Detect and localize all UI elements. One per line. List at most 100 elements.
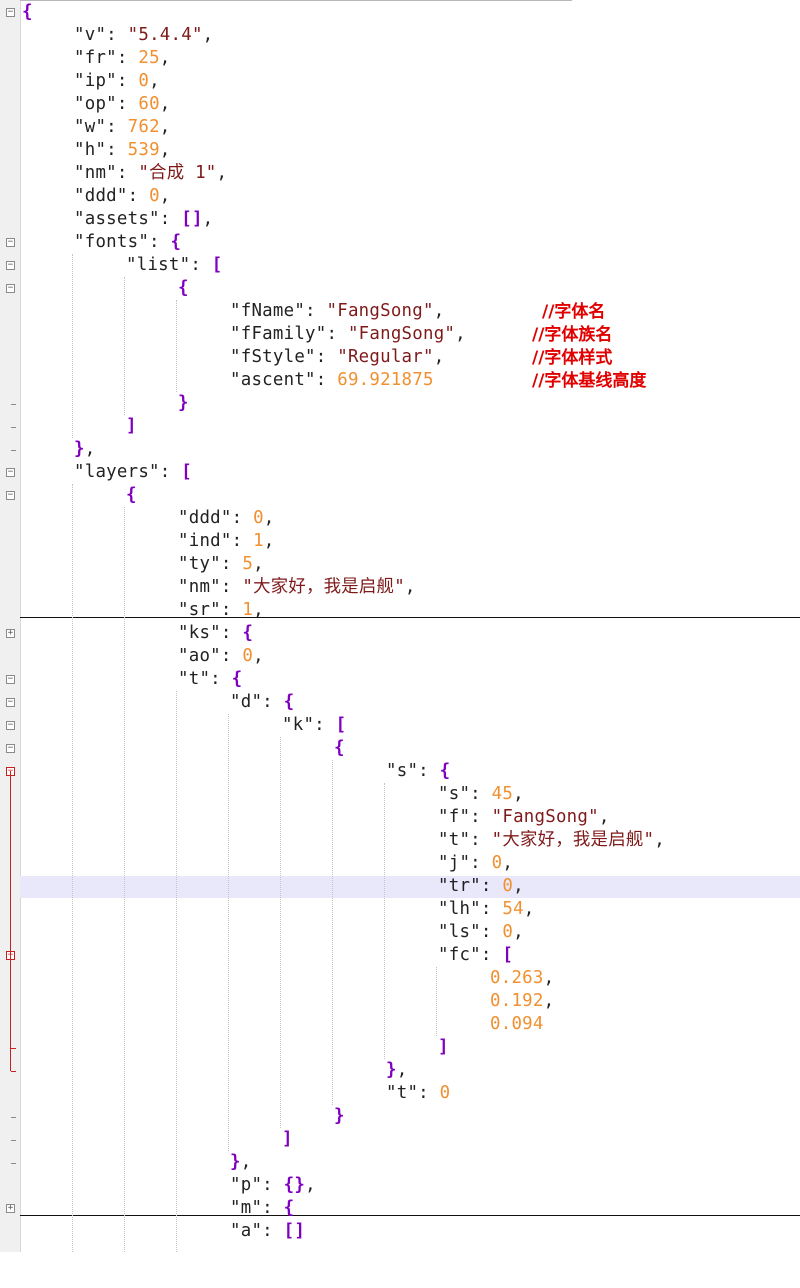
punctuation: , (263, 531, 275, 551)
fold-collapse-icon[interactable]: − (6, 675, 15, 684)
fold-collapse-icon[interactable]: − (6, 491, 15, 500)
indent-guide (72, 484, 73, 1266)
json-number: 60 (138, 94, 160, 114)
punctuation: : (116, 94, 139, 114)
punctuation: , (159, 94, 171, 114)
indent-guide (332, 760, 333, 1105)
fold-collapse-icon[interactable]: − (6, 468, 15, 477)
punctuation: , (253, 646, 264, 666)
current-line-highlight (20, 876, 800, 898)
current-fold-bar (10, 771, 11, 1071)
code-line: "f": "FangSong", (438, 806, 610, 829)
fold-expand-icon[interactable]: + (6, 1204, 15, 1213)
fold-collapse-icon[interactable]: − (6, 721, 15, 730)
punctuation: , (159, 117, 171, 137)
code-line: "t": { (178, 668, 242, 691)
punctuation: : (190, 255, 212, 275)
json-number: 54 (502, 899, 524, 919)
punctuation: : (470, 830, 492, 850)
json-key: "d" (230, 692, 263, 712)
punctuation: : (116, 48, 139, 68)
json-key: "t" (178, 669, 211, 689)
fold-collapse-icon[interactable]: − (6, 238, 15, 247)
json-key: "f" (438, 807, 471, 827)
json-key: "m" (230, 1198, 263, 1218)
punctuation: : (305, 301, 327, 321)
code-line: "s": { (386, 760, 450, 783)
code-line: "fStyle": "Regular", (230, 346, 444, 369)
json-bracket: { (170, 232, 182, 252)
code-line: 0.094 (490, 1013, 544, 1036)
fold-collapse-icon[interactable]: − (6, 744, 15, 753)
code-line: "op": 60, (74, 93, 171, 116)
fold-collapse-icon[interactable]: − (6, 284, 15, 293)
json-number: 0 (502, 876, 514, 896)
punctuation: , (202, 209, 214, 229)
code-editor[interactable]: −−−−−−−−−−−−++ {"v": "5.4.4","fr": 25,"i… (0, 0, 800, 1288)
json-number: 0 (502, 922, 514, 942)
code-line: ] (438, 1036, 449, 1059)
json-key: "layers" (74, 462, 160, 482)
code-line: "a": [] (230, 1220, 305, 1243)
json-number: 69.921875 (337, 370, 434, 390)
json-number: 5 (242, 554, 254, 574)
json-key: "ascent" (230, 370, 316, 390)
punctuation: : (470, 853, 492, 873)
json-key: "a" (230, 1221, 263, 1241)
punctuation: , (253, 600, 264, 620)
json-key: "p" (230, 1175, 263, 1195)
punctuation: , (654, 830, 665, 850)
punctuation: , (159, 140, 171, 160)
code-line: { (334, 737, 345, 760)
punctuation: , (263, 508, 275, 528)
fold-collapse-icon[interactable]: − (6, 8, 15, 17)
json-bracket: } (386, 1060, 397, 1080)
punctuation: : (262, 1175, 284, 1195)
punctuation: , (305, 1175, 316, 1195)
json-bracket: ] (282, 1129, 293, 1149)
json-number: 762 (127, 117, 160, 137)
json-key: "w" (74, 117, 107, 137)
indent-guide (228, 714, 229, 1151)
punctuation: : (220, 646, 243, 666)
fold-collapse-icon[interactable]: − (6, 698, 15, 707)
punctuation: , (598, 807, 610, 827)
code-line: "j": 0, (438, 852, 513, 875)
json-key: "t" (438, 830, 471, 850)
code-line: "v": "5.4.4", (74, 24, 213, 47)
punctuation: : (116, 71, 139, 91)
json-bracket: { (283, 1198, 295, 1218)
collapsed-region-line (20, 617, 800, 618)
fold-end-marker (11, 1140, 16, 1141)
json-key: "tr" (438, 876, 481, 896)
punctuation: , (404, 577, 416, 597)
json-bracket: { (231, 669, 243, 689)
json-string: "FangSong" (326, 301, 434, 321)
json-string: "大家好，我是启舰" (491, 830, 655, 850)
punctuation: , (216, 163, 228, 183)
json-bracket: [] (283, 1221, 306, 1241)
code-line: "fFamily": "FangSong", (230, 323, 466, 346)
punctuation: : (480, 922, 503, 942)
punctuation: , (502, 853, 514, 873)
punctuation: , (84, 439, 96, 459)
punctuation: , (433, 301, 445, 321)
punctuation: : (220, 577, 243, 597)
json-string: "5.4.4" (127, 25, 203, 45)
punctuation: : (159, 462, 182, 482)
fold-end-marker (11, 1071, 16, 1072)
json-string: "合成 1" (138, 163, 217, 183)
code-line: "ao": 0, (178, 645, 264, 668)
code-line: "layers": [ (74, 461, 192, 484)
annotation-comment: //字体样式 (532, 348, 613, 368)
code-line: "w": 762, (74, 116, 171, 139)
fold-expand-icon[interactable]: + (6, 629, 15, 638)
fold-collapse-icon[interactable]: − (6, 261, 15, 270)
punctuation: : (106, 140, 128, 160)
json-key: "fc" (438, 945, 481, 965)
json-key: "k" (282, 715, 315, 735)
json-bracket: {} (283, 1175, 306, 1195)
punctuation: , (202, 25, 214, 45)
json-bracket: } (334, 1106, 345, 1126)
json-number: 0 (149, 186, 160, 206)
